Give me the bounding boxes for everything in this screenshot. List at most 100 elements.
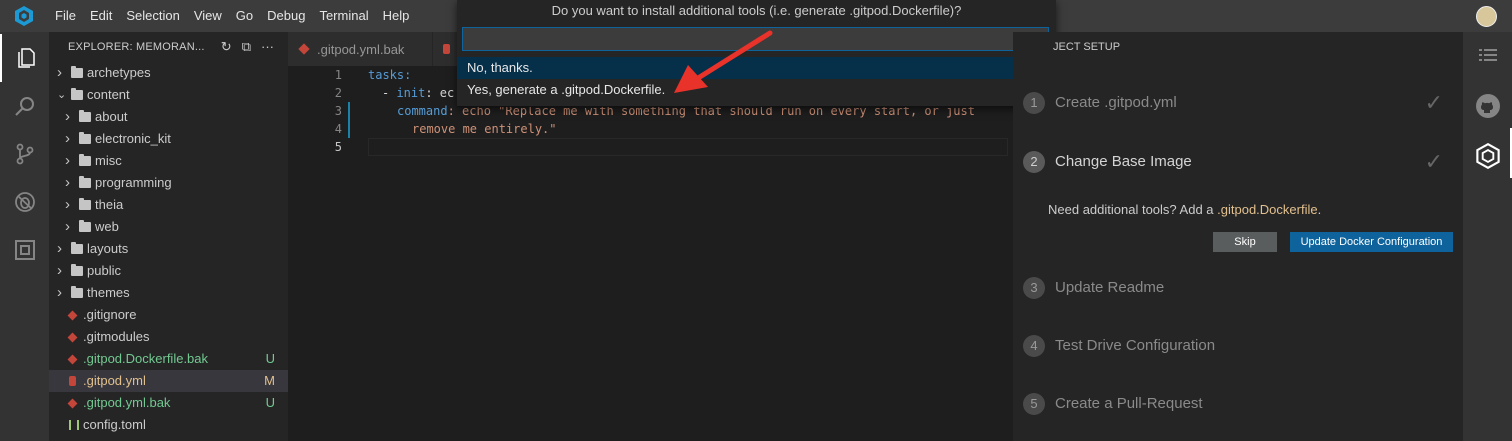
step-label: Change Base Image xyxy=(1055,153,1192,170)
update-docker-configuration-button[interactable]: Update Docker Configuration xyxy=(1290,232,1453,252)
folder-icon xyxy=(79,110,91,122)
line-number: 4 xyxy=(334,122,342,136)
tree-item[interactable]: › archetypes xyxy=(49,62,288,84)
menu-go[interactable]: Go xyxy=(229,0,260,32)
project-setup-panel: JECT SETUP 1 Create .gitpod.yml ✓ 2 Chan… xyxy=(1013,32,1463,441)
step-label: Test Drive Configuration xyxy=(1055,337,1216,354)
tree-item[interactable]: › programming xyxy=(49,172,288,194)
tree-item-label: .gitpod.yml xyxy=(83,373,146,388)
checkmark-icon: ✓ xyxy=(1424,90,1443,115)
git-file-icon xyxy=(298,43,310,55)
activity-bar xyxy=(0,32,49,441)
file-tree: › archetypes ⌄ content › about › electronic_kit… xyxy=(49,62,288,436)
tree-item-label: .gitpod.yml.bak xyxy=(83,395,171,410)
step-label: Create a Pull-Request xyxy=(1055,395,1203,412)
chevron-right-icon: › xyxy=(65,130,70,147)
step-create-gitpod-yml[interactable]: 1 Create .gitpod.yml ✓ xyxy=(1023,88,1453,118)
source-control-icon xyxy=(16,143,33,165)
tree-item-label: config.toml xyxy=(83,417,146,432)
tree-item[interactable]: › misc xyxy=(49,150,288,172)
step-update-readme[interactable]: 3 Update Readme xyxy=(1023,273,1453,303)
tree-item[interactable]: ⌄ content xyxy=(49,84,288,106)
explorer-activity[interactable] xyxy=(0,34,49,82)
git-status-badge: M xyxy=(264,373,275,388)
line-number: 1 xyxy=(334,68,342,82)
tree-item[interactable]: › themes xyxy=(49,282,288,304)
tree-item[interactable]: .gitpod.yml.bak U xyxy=(49,392,288,414)
chevron-right-icon: › xyxy=(65,218,70,235)
step-test-drive[interactable]: 4 Test Drive Configuration xyxy=(1023,331,1453,361)
gitpod-setup-icon xyxy=(1475,143,1500,169)
folder-icon xyxy=(71,242,83,254)
step-number: 4 xyxy=(1023,335,1045,357)
refresh-icon[interactable]: ↻ xyxy=(221,39,232,55)
git-file-icon xyxy=(67,310,78,321)
files-icon xyxy=(17,48,35,68)
tree-item[interactable]: .gitignore xyxy=(49,304,288,326)
outline-activity[interactable] xyxy=(1463,32,1512,80)
panel-title: JECT SETUP xyxy=(1053,41,1121,53)
menu-selection[interactable]: Selection xyxy=(119,0,186,32)
code-line-2: - init: ec xyxy=(382,86,455,100)
line-number: 5 xyxy=(334,140,342,154)
annotation-arrow-icon xyxy=(674,30,773,93)
skip-button[interactable]: Skip xyxy=(1213,232,1277,252)
git-file-icon xyxy=(67,354,78,365)
menu-help[interactable]: Help xyxy=(376,0,417,32)
tree-item[interactable]: › about xyxy=(49,106,288,128)
git-file-icon xyxy=(67,332,78,343)
outline-list-icon xyxy=(1478,49,1497,61)
menu-view[interactable]: View xyxy=(187,0,229,32)
chevron-right-icon: › xyxy=(57,262,62,279)
quick-pick-title: Do you want to install additional tools … xyxy=(551,3,962,18)
tree-item[interactable]: › theia xyxy=(49,194,288,216)
folder-icon xyxy=(71,264,83,276)
tree-item-label: electronic_kit xyxy=(95,131,171,146)
more-actions-icon[interactable]: ··· xyxy=(261,39,274,55)
chevron-right-icon: › xyxy=(65,196,70,213)
tree-item[interactable]: .gitmodules xyxy=(49,326,288,348)
search-activity[interactable] xyxy=(0,82,49,130)
github-activity[interactable] xyxy=(1463,82,1512,130)
change-indicator xyxy=(348,102,350,138)
tree-item-label: .gitmodules xyxy=(83,329,150,344)
tree-item-label: content xyxy=(87,87,130,102)
tree-item[interactable]: .gitpod.yml M xyxy=(49,370,288,392)
tree-item[interactable]: › web xyxy=(49,216,288,238)
menu-edit[interactable]: Edit xyxy=(83,0,119,32)
menu-debug[interactable]: Debug xyxy=(260,0,312,32)
menu-file[interactable]: File xyxy=(48,0,83,32)
chevron-right-icon: › xyxy=(57,284,62,301)
chevron-right-icon: › xyxy=(57,64,62,81)
step-label: Create .gitpod.yml xyxy=(1055,94,1177,111)
menu-terminal[interactable]: Terminal xyxy=(312,0,375,32)
tree-item[interactable]: › public xyxy=(49,260,288,282)
gitpod-setup-activity[interactable] xyxy=(1463,132,1512,180)
chevron-right-icon: › xyxy=(57,240,62,257)
tree-item[interactable]: › electronic_kit xyxy=(49,128,288,150)
tree-item[interactable]: › layouts xyxy=(49,238,288,260)
gitpod-logo-icon[interactable] xyxy=(0,0,48,32)
tree-item[interactable]: .gitpod.Dockerfile.bak U xyxy=(49,348,288,370)
extensions-activity[interactable] xyxy=(0,226,49,274)
tree-item[interactable]: config.toml xyxy=(49,414,288,436)
dockerfile-link[interactable]: .gitpod.Dockerfile xyxy=(1217,202,1317,217)
user-avatar[interactable] xyxy=(1476,6,1497,27)
dockerfile-prompt: Need additional tools? Add a .gitpod.Doc… xyxy=(1048,202,1322,217)
source-control-activity[interactable] xyxy=(0,130,49,178)
step-pull-request[interactable]: 5 Create a Pull-Request xyxy=(1023,389,1453,419)
yaml-file-icon xyxy=(69,376,76,386)
debug-activity[interactable] xyxy=(0,178,49,226)
tab-gitpod-yml-bak[interactable]: .gitpod.yml.bak xyxy=(288,32,432,66)
collapse-all-icon[interactable]: ⧉ xyxy=(242,39,251,55)
tree-item-label: about xyxy=(95,109,128,124)
line-number: 2 xyxy=(334,86,342,100)
extensions-icon xyxy=(14,240,35,260)
tree-item-label: themes xyxy=(87,285,130,300)
step-change-base-image[interactable]: 2 Change Base Image ✓ xyxy=(1023,147,1453,177)
code-line-1: tasks: xyxy=(368,68,412,82)
tree-item-label: layouts xyxy=(87,241,129,256)
tree-item-label: archetypes xyxy=(87,65,151,80)
code-editor[interactable]: 1 2 3 4 5 tasks: - init: ec command: ech… xyxy=(288,66,1013,441)
folder-icon xyxy=(79,154,91,166)
